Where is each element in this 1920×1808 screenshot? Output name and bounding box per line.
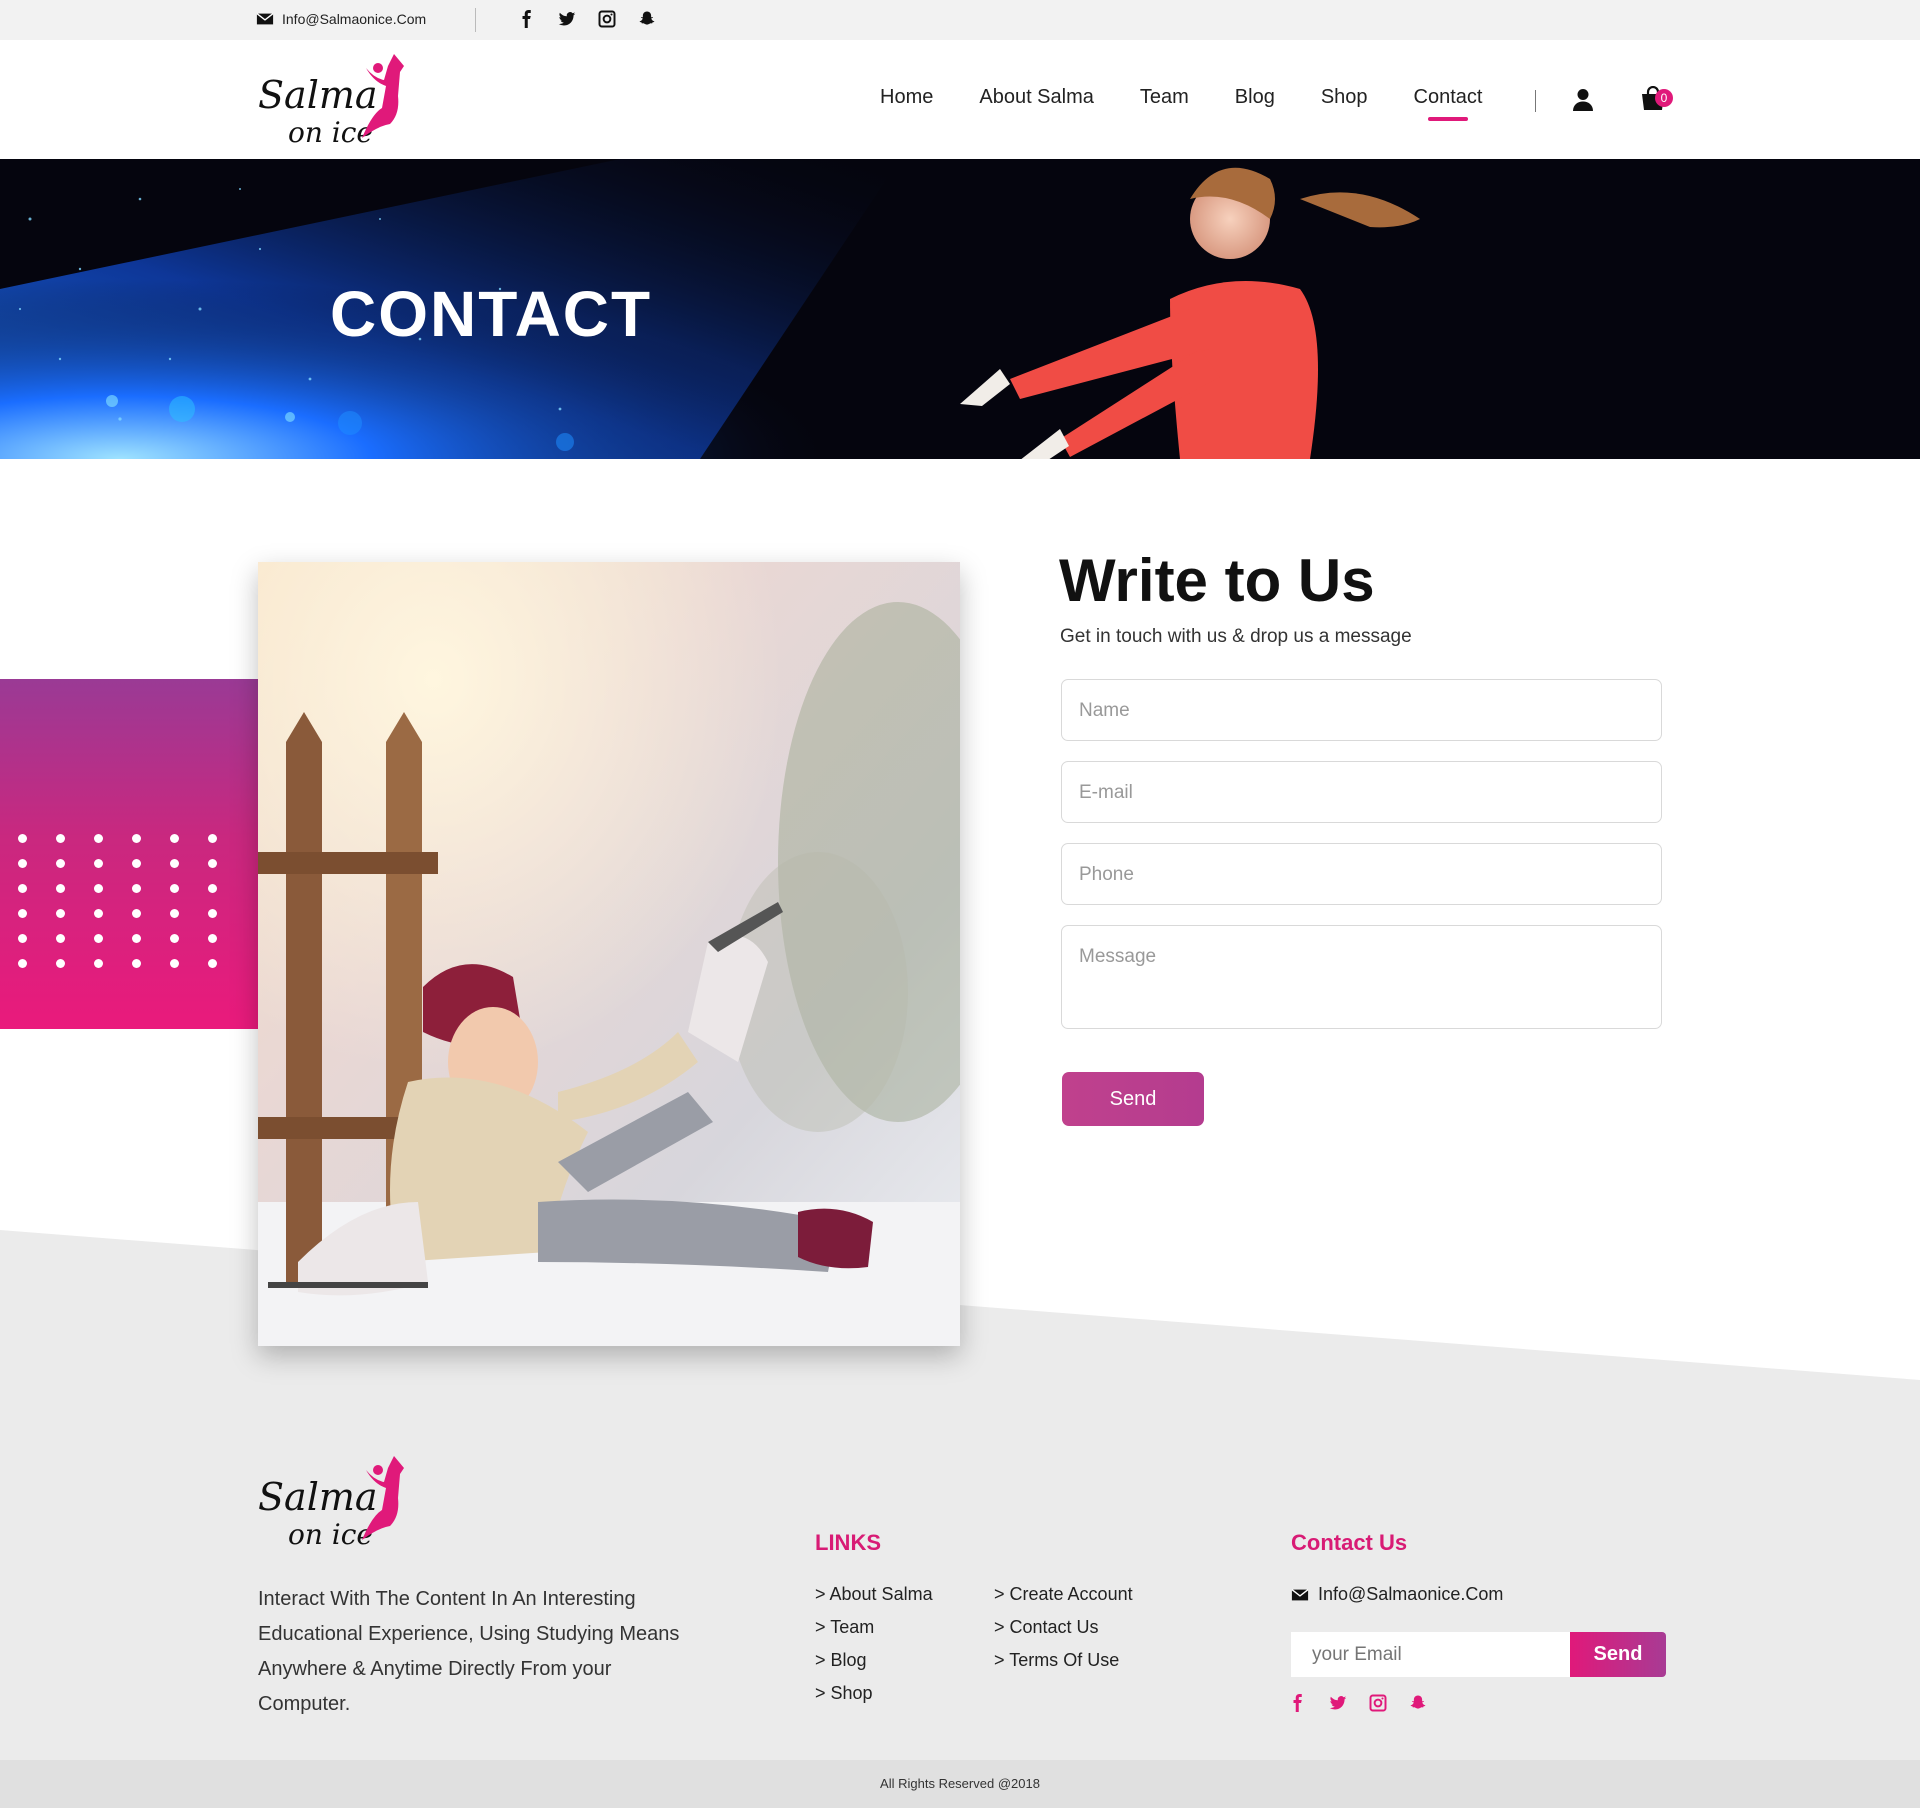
nav-home[interactable]: Home: [880, 86, 933, 109]
hero-banner: CONTACT: [0, 159, 1920, 459]
topbar-socials: [518, 10, 656, 28]
footer-link-shop[interactable]: > Shop: [815, 1683, 933, 1716]
topbar-email-text: Info@Salmaonice.Com: [282, 11, 427, 27]
topbar-email[interactable]: Info@Salmaonice.Com: [256, 10, 426, 28]
newsletter-send-button[interactable]: Send: [1570, 1632, 1666, 1677]
nav-shop[interactable]: Shop: [1321, 86, 1368, 109]
user-icon[interactable]: [1572, 88, 1594, 112]
message-field[interactable]: Message: [1061, 925, 1662, 1029]
footer-link-team[interactable]: > Team: [815, 1617, 933, 1650]
footer-email-text: Info@Salmaonice.Com: [1318, 1584, 1504, 1604]
nav-about-salma[interactable]: About Salma: [979, 86, 1094, 109]
hero-background: [0, 159, 1920, 459]
footer-link-blog[interactable]: > Blog: [815, 1650, 933, 1683]
snapchat-icon[interactable]: [1409, 1694, 1427, 1712]
svg-text:on ice: on ice: [288, 116, 373, 149]
svg-text:Salma: Salma: [258, 73, 378, 117]
form-subtitle: Get in touch with us & drop us a message: [1060, 626, 1412, 647]
nav-contact[interactable]: Contact: [1414, 86, 1482, 121]
footer-links-col-2: > Create Account > Contact Us > Terms Of…: [994, 1584, 1133, 1683]
name-field[interactable]: Name: [1061, 679, 1662, 741]
primary-nav: Home About Salma Team Blog Shop Contact: [880, 86, 1482, 121]
snapchat-icon[interactable]: [638, 10, 656, 28]
envelope-icon: [256, 10, 274, 28]
nav-divider: [1535, 90, 1536, 112]
decorative-dots: [18, 834, 224, 968]
email-field[interactable]: E-mail: [1061, 761, 1662, 823]
send-button[interactable]: Send: [1062, 1072, 1204, 1126]
footer-socials: [1289, 1694, 1427, 1712]
svg-text:Salma: Salma: [258, 1475, 378, 1519]
instagram-icon[interactable]: [598, 10, 616, 28]
footer-link-about-salma[interactable]: > About Salma: [815, 1584, 933, 1617]
main-navbar: Salma on ice Home About Salma Team Blog …: [0, 40, 1920, 159]
instagram-icon[interactable]: [1369, 1694, 1387, 1712]
footer-link-terms[interactable]: > Terms Of Use: [994, 1650, 1133, 1683]
footer-contact-title: Contact Us: [1291, 1530, 1408, 1555]
page-title: CONTACT: [330, 278, 653, 350]
phone-field[interactable]: Phone: [1061, 843, 1662, 905]
footer-description: Interact With The Content In An Interest…: [258, 1588, 680, 1715]
svg-text:on ice: on ice: [288, 1518, 373, 1551]
footer-logo[interactable]: Salma on ice: [256, 1452, 416, 1552]
footer-links-col-1: > About Salma > Team > Blog > Shop: [815, 1584, 933, 1716]
decorative-pink-block: [0, 679, 258, 1029]
newsletter-email-input[interactable]: [1291, 1632, 1571, 1677]
nav-blog[interactable]: Blog: [1235, 86, 1275, 109]
form-title: Write to Us: [1059, 547, 1375, 614]
site-logo[interactable]: Salma on ice: [256, 50, 416, 150]
footer-links-title: LINKS: [815, 1530, 881, 1555]
footer-link-contact-us[interactable]: > Contact Us: [994, 1617, 1133, 1650]
copyright: All Rights Reserved @2018: [0, 1760, 1920, 1808]
footer-email[interactable]: Info@Salmaonice.Com: [1291, 1584, 1503, 1605]
nav-team[interactable]: Team: [1140, 86, 1189, 109]
twitter-icon[interactable]: [1329, 1694, 1347, 1712]
footer-link-create-account[interactable]: > Create Account: [994, 1584, 1133, 1617]
top-bar: Info@Salmaonice.Com: [0, 0, 1920, 40]
facebook-icon[interactable]: [1289, 1694, 1307, 1712]
contact-photo: [258, 562, 960, 1346]
envelope-icon: [1291, 1586, 1309, 1604]
topbar-divider: [475, 8, 476, 32]
facebook-icon[interactable]: [518, 10, 536, 28]
twitter-icon[interactable]: [558, 10, 576, 28]
cart-count-badge: 0: [1655, 89, 1673, 107]
